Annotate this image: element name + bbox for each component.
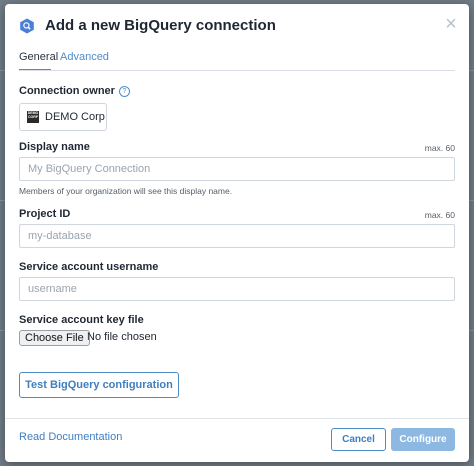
tab-divider	[19, 70, 455, 71]
tab-bar: General Advanced	[5, 44, 469, 71]
connection-dialog: Add a new BigQuery connection × General …	[5, 4, 469, 462]
key-file-label: Service account key file	[19, 314, 144, 326]
project-id-max-length: max. 60	[424, 210, 455, 220]
dialog-title: Add a new BigQuery connection	[45, 17, 276, 34]
tab-general[interactable]: General	[19, 50, 58, 71]
close-icon[interactable]: ×	[441, 14, 461, 34]
tab-general-label: General	[19, 51, 59, 63]
connection-owner-label-text: Connection owner	[19, 85, 115, 97]
project-id-field[interactable]	[19, 224, 455, 248]
display-name-max-length: max. 60	[424, 143, 455, 153]
bigquery-logo-icon	[20, 18, 34, 34]
choose-file-button[interactable]: Choose File	[19, 330, 90, 346]
service-username-field[interactable]	[19, 277, 455, 301]
display-name-label: Display name	[19, 141, 90, 153]
dialog-header: Add a new BigQuery connection ×	[5, 4, 469, 44]
display-name-field[interactable]	[19, 157, 455, 181]
connection-owner-label: Connection owner?	[19, 85, 130, 97]
footer-divider	[5, 418, 469, 419]
tab-advanced-label: Advanced	[60, 51, 109, 63]
owner-name: DEMO Corp	[45, 111, 105, 123]
display-name-hint: Members of your organization will see th…	[19, 186, 233, 196]
tab-advanced[interactable]: Advanced	[60, 50, 109, 70]
file-status: No file chosen	[87, 331, 157, 343]
help-icon[interactable]: ?	[118, 86, 130, 97]
read-documentation-link[interactable]: Read Documentation	[19, 431, 122, 443]
owner-logo: DEMO CORP	[27, 111, 39, 123]
test-configuration-button[interactable]: Test BigQuery configuration	[19, 372, 179, 398]
service-username-label: Service account username	[19, 261, 159, 273]
configure-button[interactable]: Configure	[391, 428, 455, 451]
project-id-label: Project ID	[19, 208, 71, 220]
cancel-button[interactable]: Cancel	[331, 428, 386, 451]
owner-selector[interactable]: DEMO CORP DEMO Corp	[19, 103, 107, 131]
